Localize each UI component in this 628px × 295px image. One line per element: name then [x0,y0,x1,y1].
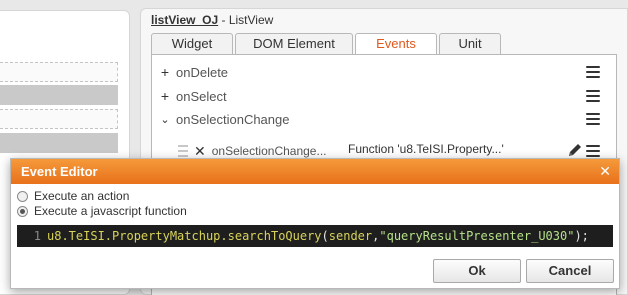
code-paren-close: ); [574,229,589,243]
option-execute-action[interactable]: Execute an action [17,188,129,204]
event-label: onDelete [176,64,229,80]
code-arg-string: "queryResultPresenter_U030" [379,229,575,243]
code-identifier: u8.TeISI.PropertyMatchup.searchToQuery [47,229,322,243]
code-arg-sender: sender [328,229,373,243]
event-label: onSelect [176,88,227,104]
plus-icon[interactable]: + [158,64,172,80]
code-paren-open: ( [321,229,329,243]
tab-bar: Widget DOM Element Events Unit [151,33,501,55]
menu-icon[interactable] [586,90,600,102]
tab-unit[interactable]: Unit [439,33,501,55]
close-icon[interactable]: ✕ [599,159,611,184]
tab-events[interactable]: Events [355,33,437,55]
left-field-1[interactable] [0,62,118,82]
event-label: onSelectionChange [176,111,290,127]
event-row-onselectionchange[interactable]: ⌄ onSelectionChange [158,109,289,129]
option-label: Execute an action [34,189,130,203]
chevron-down-icon[interactable]: ⌄ [158,113,172,126]
tab-dom-element[interactable]: DOM Element [235,33,353,55]
menu-icon[interactable] [586,66,600,78]
radio-execute-js[interactable] [17,205,28,217]
dialog-header: Event Editor ✕ [11,159,619,184]
handler-label: onSelectionChange... [211,144,327,158]
tab-widget[interactable]: Widget [151,33,233,55]
event-row-onselect[interactable]: + onSelect [158,86,227,106]
ok-button[interactable]: Ok [433,259,521,283]
left-field-4[interactable] [0,133,118,153]
event-editor-dialog: Event Editor ✕ Execute an action Execute… [10,158,620,289]
widget-name: listView_OJ [151,13,219,27]
radio-execute-action[interactable] [17,190,28,202]
dialog-title: Event Editor [21,164,98,179]
drag-handle-icon[interactable] [178,145,188,157]
title-separator: - [218,13,229,27]
option-execute-js[interactable]: Execute a javascript function [17,203,187,219]
pencil-icon[interactable] [566,141,584,159]
code-editor[interactable]: 1 u8.TeISI.PropertyMatchup.searchToQuery(… [17,225,613,247]
event-row-ondelete[interactable]: + onDelete [158,62,228,82]
cancel-button[interactable]: Cancel [526,259,614,283]
plus-icon[interactable]: + [158,88,172,104]
left-field-3[interactable] [0,109,118,129]
handler-value-field[interactable]: Function 'u8.TeISI.Property...' [346,141,571,159]
left-field-2[interactable] [0,85,118,105]
panel-title: listView_OJ - ListView [151,13,273,27]
menu-icon[interactable] [586,113,600,125]
option-label: Execute a javascript function [34,204,187,218]
menu-icon[interactable] [586,145,600,157]
widget-type: ListView [228,13,274,27]
line-number: 1 [33,229,41,243]
close-icon[interactable]: ✕ [194,143,206,160]
